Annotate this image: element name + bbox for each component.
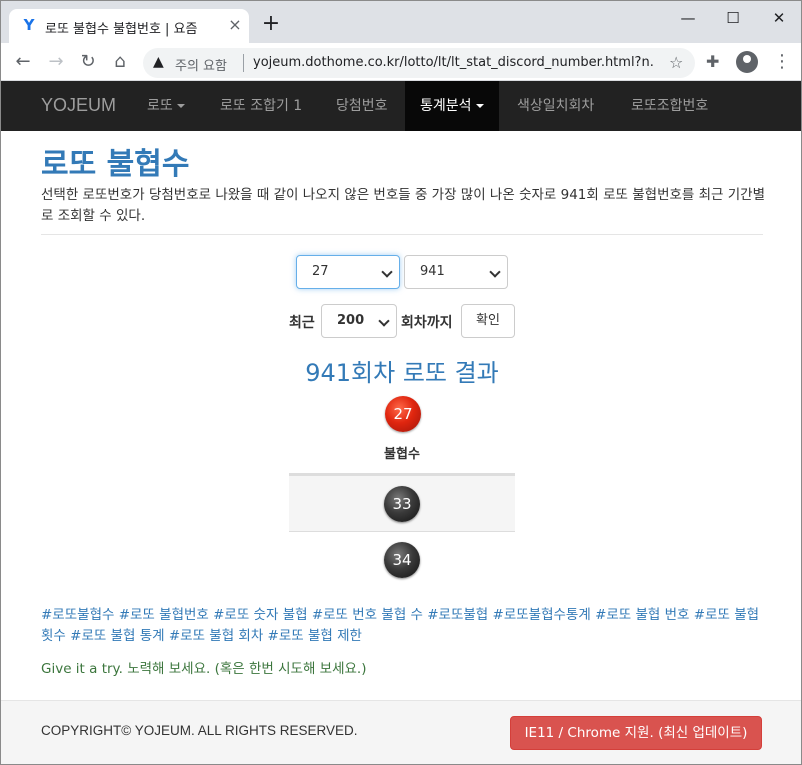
- forward-arrow-icon[interactable]: →: [45, 51, 67, 73]
- caret-down-icon: [176, 104, 185, 108]
- selected-number-ball: 27: [385, 396, 421, 432]
- nav-item-combiner[interactable]: 로또 조합기 1: [220, 81, 302, 131]
- back-arrow-icon[interactable]: ←: [12, 51, 34, 73]
- profile-icon[interactable]: [736, 51, 758, 73]
- yojeum-favicon-icon: Y: [23, 16, 35, 34]
- home-icon[interactable]: ⌂: [109, 51, 131, 73]
- number-select[interactable]: 27: [296, 255, 400, 289]
- star-icon[interactable]: ☆: [669, 53, 683, 72]
- try-message: Give it a try. 노력해 보세요. (혹은 한번 시도해 보세요.): [41, 661, 367, 677]
- window-close-icon[interactable]: ✕: [764, 6, 794, 30]
- round-select[interactable]: 941: [404, 255, 508, 289]
- tab-strip: Y 로또 불협수 불협번호 | 요즘 × + — ☐ ✕: [1, 1, 801, 43]
- until-round-label: 회차까지: [401, 315, 453, 331]
- url-divider: [243, 54, 244, 72]
- confirm-button[interactable]: 확인: [461, 304, 515, 338]
- table-row: 33: [289, 475, 515, 531]
- nav-item-color-match[interactable]: 색상일치회차: [517, 81, 594, 131]
- extensions-icon[interactable]: ✚: [706, 52, 719, 71]
- recent-select-value: 200: [337, 313, 365, 328]
- table-row: 34: [289, 531, 515, 587]
- discord-number-ball: 33: [384, 486, 420, 522]
- recent-count-select[interactable]: 200: [321, 304, 397, 338]
- nav-item-lotto[interactable]: 로또: [147, 81, 185, 131]
- page-title: 로또 불협수: [41, 147, 190, 182]
- page-description: 선택한 로또번호가 당첨번호로 나왔을 때 같이 나오지 않은 번호들 중 가장…: [41, 187, 766, 224]
- chevron-down-icon: [378, 315, 390, 327]
- nav-item-label: 로또: [147, 98, 173, 114]
- maximize-icon[interactable]: ☐: [718, 6, 748, 30]
- copyright-text: COPYRIGHT© YOJEUM. ALL RIGHTS RESERVED.: [41, 723, 358, 738]
- reload-icon[interactable]: ↻: [77, 51, 99, 73]
- tab-close-icon[interactable]: ×: [227, 17, 243, 33]
- browser-support-button[interactable]: IE11 / Chrome 지원. (최신 업데이트): [510, 716, 762, 750]
- nav-item-statistics[interactable]: 통계분석: [405, 81, 499, 131]
- nav-item-winning-numbers[interactable]: 당첨번호: [336, 81, 388, 131]
- url-text[interactable]: yojeum.dothome.co.kr/lotto/lt/lt_stat_di…: [253, 55, 653, 70]
- hashtag-links[interactable]: #로또불협수 #로또 불협번호 #로또 숫자 불협 #로또 번호 불협 수 #로…: [41, 605, 766, 647]
- browser-toolbar: ← → ↻ ⌂ ▲ 주의 요함 yojeum.dothome.co.kr/lot…: [1, 43, 801, 81]
- divider: [41, 234, 763, 235]
- discord-number-ball: 34: [384, 542, 420, 578]
- brand-logo[interactable]: YOJEUM: [41, 95, 116, 116]
- address-bar[interactable]: ▲ 주의 요함 yojeum.dothome.co.kr/lotto/lt/lt…: [143, 48, 695, 78]
- table-header: 불협수: [289, 441, 515, 475]
- warning-icon[interactable]: ▲: [153, 54, 164, 70]
- minimize-icon[interactable]: —: [673, 6, 703, 30]
- number-select-value: 27: [312, 264, 329, 279]
- chevron-down-icon: [381, 266, 393, 278]
- nav-item-combination-numbers[interactable]: 로또조합번호: [631, 81, 708, 131]
- browser-tab[interactable]: Y 로또 불협수 불협번호 | 요즘 ×: [9, 9, 249, 43]
- result-title: 941회차 로또 결과: [305, 359, 499, 387]
- browser-window: Y 로또 불협수 불협번호 | 요즘 × + — ☐ ✕ ← → ↻ ⌂ ▲ 주…: [0, 0, 802, 765]
- new-tab-icon[interactable]: +: [260, 13, 282, 35]
- menu-icon[interactable]: ⋮: [773, 51, 791, 73]
- security-label[interactable]: 주의 요함: [175, 55, 227, 74]
- recent-label: 최근: [289, 315, 315, 331]
- caret-down-icon: [475, 104, 484, 108]
- tab-title: 로또 불협수 불협번호 | 요즘: [45, 22, 198, 37]
- nav-item-label: 통계분석: [420, 98, 472, 114]
- site-navbar: YOJEUM 로또 로또 조합기 1 당첨번호 통계분석 색상일치회차 로또조합…: [1, 81, 801, 131]
- round-select-value: 941: [420, 264, 445, 279]
- footer: COPYRIGHT© YOJEUM. ALL RIGHTS RESERVED. …: [1, 700, 801, 764]
- chevron-down-icon: [489, 266, 501, 278]
